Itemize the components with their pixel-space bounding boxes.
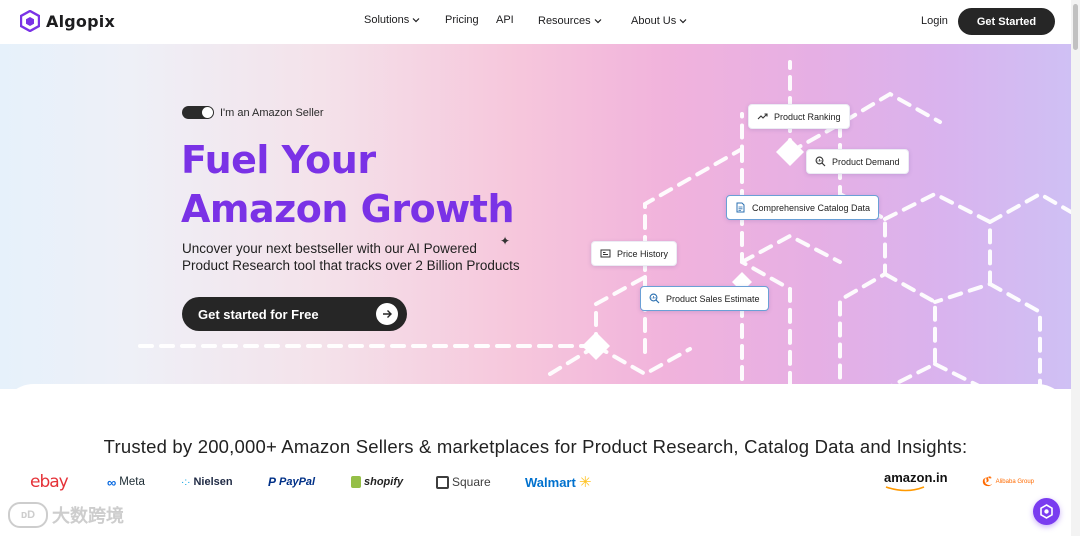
alibaba-symbol-icon: ℭ: [982, 474, 993, 489]
hero-network-lines: [138, 60, 1071, 389]
nielsen-logo-text: Nielsen: [193, 476, 233, 488]
chip-label: Comprehensive Catalog Data: [752, 202, 871, 213]
nav-solutions-label: Solutions: [364, 14, 410, 26]
chat-widget-button[interactable]: [1033, 498, 1060, 525]
nav-about-us-label: About Us: [631, 15, 677, 27]
chip-product-ranking: Product Ranking: [748, 104, 850, 129]
search-chart-icon: [649, 293, 660, 304]
watermark: ᴅD 大数跨境: [8, 502, 124, 528]
get-started-button[interactable]: Get Started: [958, 8, 1055, 35]
document-icon: [736, 202, 745, 213]
meta-logo: ∞ Meta: [107, 470, 145, 494]
partner-logos: ebay ∞ Meta ·:· Nielsen P PayPal shopify…: [0, 470, 1071, 494]
meta-logo-text: Meta: [119, 476, 145, 488]
amazon-seller-toggle[interactable]: [182, 106, 214, 119]
dots-icon: ·:·: [181, 476, 191, 488]
infinity-icon: ∞: [107, 474, 117, 490]
amazon-smile-icon: [885, 486, 925, 492]
chip-label: Product Ranking: [774, 111, 841, 122]
chip-label: Product Demand: [832, 156, 900, 167]
toggle-label: I'm an Amazon Seller: [220, 106, 324, 119]
sparkle-icon: ✦: [500, 234, 511, 248]
headline-line-1: Fuel Your: [181, 138, 376, 182]
ebay-logo-text: ebay: [30, 472, 69, 492]
nav-api-label: API: [496, 14, 514, 26]
paypal-logo-text: PayPal: [279, 476, 316, 488]
scrollbar-thumb[interactable]: [1073, 4, 1078, 50]
arrow-right-icon: [376, 303, 398, 325]
chip-comprehensive-catalog-data: Comprehensive Catalog Data: [726, 195, 880, 220]
square-logo: Square: [436, 470, 491, 494]
walmart-logo: Walmart ✳: [525, 470, 591, 494]
headline-line-2: Amazon Growth: [181, 187, 515, 231]
nielsen-logo: ·:· Nielsen: [181, 470, 233, 494]
square-icon: [436, 475, 449, 489]
alibaba-logo-text: Alibaba Group: [995, 478, 1034, 485]
chevron-down-icon: [594, 19, 602, 24]
shopify-bag-icon: [351, 476, 361, 488]
get-started-free-button[interactable]: Get started for Free: [182, 297, 407, 331]
top-navigation: Algopix Solutions Pricing API Resources …: [0, 0, 1080, 44]
chevron-down-icon: [412, 18, 420, 23]
trusted-section: [0, 384, 1071, 536]
amazon-in-logo-text: amazon.in: [884, 470, 948, 485]
cta-label: Get started for Free: [198, 306, 319, 322]
ebay-logo: ebay: [30, 470, 69, 494]
nav-pricing[interactable]: Pricing: [445, 14, 479, 26]
hero-headline: Fuel Your Amazon Growth: [181, 136, 515, 234]
toggle-knob: [202, 107, 213, 118]
nav-about-us[interactable]: About Us: [631, 15, 687, 27]
brand-name: Algopix: [46, 11, 115, 31]
trusted-title: Trusted by 200,000+ Amazon Sellers & mar…: [103, 436, 968, 457]
seller-toggle-row: I'm an Amazon Seller: [182, 106, 324, 119]
page-scrollbar[interactable]: [1071, 0, 1080, 536]
chip-product-demand: Product Demand: [806, 149, 909, 174]
nav-resources-label: Resources: [538, 15, 591, 27]
paypal-logo: P PayPal: [268, 470, 315, 494]
price-tag-icon: [600, 249, 611, 258]
watermark-text: 大数跨境: [52, 506, 124, 526]
login-link[interactable]: Login: [921, 15, 948, 27]
chip-price-history: Price History: [591, 241, 678, 266]
trending-up-icon: [757, 113, 768, 120]
amazon-in-logo: amazon.in: [884, 470, 948, 494]
nav-pricing-label: Pricing: [445, 14, 479, 26]
spark-icon: ✳: [578, 474, 592, 491]
watermark-logo-icon: ᴅD: [8, 502, 48, 528]
chip-product-sales-estimate: Product Sales Estimate: [640, 286, 769, 311]
nav-api[interactable]: API: [496, 14, 514, 26]
square-logo-text: Square: [452, 475, 491, 489]
subline-line-2: Product Research tool that tracks over 2…: [182, 258, 520, 273]
chip-label: Product Sales Estimate: [666, 293, 760, 304]
alibaba-logo: ℭ Alibaba Group: [982, 470, 1034, 494]
brand-logo[interactable]: Algopix: [20, 10, 115, 32]
walmart-logo-text: Walmart: [525, 474, 576, 490]
nav-solutions[interactable]: Solutions: [364, 14, 420, 26]
chevron-down-icon: [679, 19, 687, 24]
shopify-logo-text: shopify: [364, 476, 404, 488]
nav-resources[interactable]: Resources: [538, 15, 602, 27]
paypal-p-icon: P: [268, 475, 277, 489]
hero-section: I'm an Amazon Seller Fuel Your Amazon Gr…: [0, 44, 1071, 389]
shopify-logo: shopify: [351, 470, 403, 494]
hexagon-logo-icon: [20, 10, 40, 32]
chat-icon: [1040, 504, 1053, 519]
chip-label: Price History: [617, 248, 669, 259]
search-chart-icon: [815, 156, 826, 167]
